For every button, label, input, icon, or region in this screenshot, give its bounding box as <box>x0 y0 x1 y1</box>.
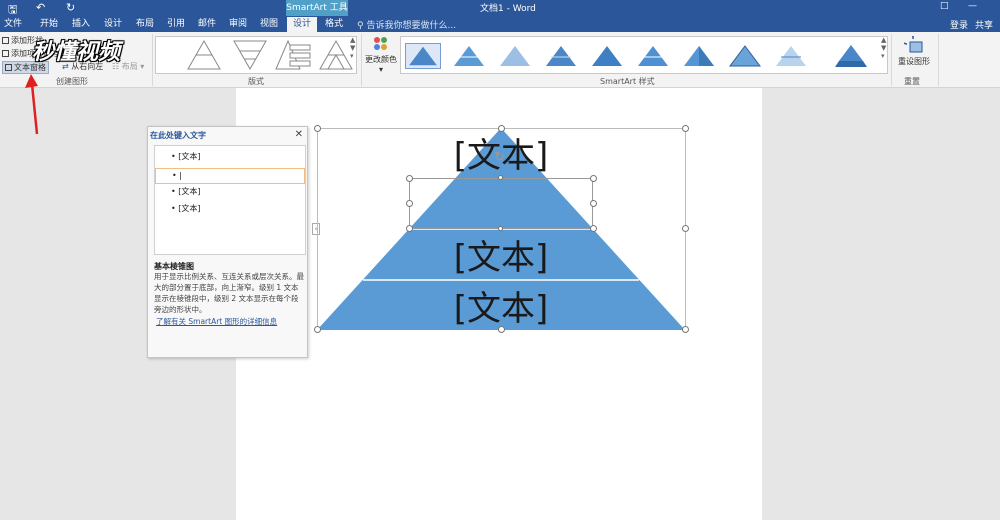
minimize-icon[interactable]: — <box>968 1 977 11</box>
shape-handle[interactable] <box>406 225 413 232</box>
close-icon[interactable]: ✕ <box>295 129 303 140</box>
smartart-styles-group-label: SmartArt 样式 <box>600 77 655 86</box>
add-shape-icon <box>2 37 9 44</box>
resize-handle[interactable] <box>682 225 689 232</box>
login-link[interactable]: 登录 <box>950 18 968 31</box>
resize-handle[interactable] <box>498 125 505 132</box>
resize-handle[interactable] <box>682 326 689 333</box>
tab-smartart-design[interactable]: 设计 <box>287 17 317 32</box>
layout-description: 用于显示比例关系、互连关系或层次关系。最大的部分置于底部，向上渐窄。级别 1 文… <box>154 272 304 314</box>
layouts-group-label: 版式 <box>248 77 264 86</box>
reset-group-label: 重置 <box>904 77 920 86</box>
list-item[interactable]: • [文本] <box>171 203 201 214</box>
tier-text-2[interactable]: [文本] <box>421 230 581 279</box>
layout-thumb-basic-pyramid[interactable] <box>184 39 224 71</box>
list-item[interactable]: • [文本] <box>171 151 201 162</box>
shape-handle[interactable] <box>406 175 413 182</box>
tab-layout[interactable]: 布局 <box>132 17 158 32</box>
tab-mailings[interactable]: 邮件 <box>194 17 220 32</box>
document-title: 文档1 - Word <box>480 4 536 14</box>
layouts-gallery <box>155 36 357 74</box>
style-thumb-7[interactable] <box>681 43 717 69</box>
learn-more-link[interactable]: 了解有关 SmartArt 图形的详细信息 <box>156 316 277 327</box>
smartart-styles-gallery <box>400 36 888 74</box>
tab-insert[interactable]: 插入 <box>68 17 94 32</box>
shape-handle[interactable] <box>406 200 413 207</box>
video-watermark-logo: 秒懂视频 <box>32 40 121 65</box>
change-colors-button[interactable]: 更改颜色 ▾ <box>364 36 398 74</box>
tab-file[interactable]: 文件 <box>2 17 24 32</box>
ribbon-display-icon[interactable]: □ <box>940 1 949 11</box>
resize-handle[interactable] <box>498 326 505 333</box>
text-pane-title: 在此处键入文字 <box>150 131 206 140</box>
text-pane-icon <box>5 64 12 71</box>
shape-handle[interactable] <box>498 175 503 180</box>
styles-scroll[interactable]: ▲ ▼ ▾ <box>881 36 886 60</box>
tab-format[interactable]: 格式 <box>320 17 348 32</box>
rotate-handle-icon[interactable]: ↻ <box>494 150 505 165</box>
title-bar: 🖫 ↶ ↻ SmartArt 工具 文档1 - Word □ — <box>0 0 1000 16</box>
text-pane-list: • [文本] • | • [文本] • [文本] <box>154 145 306 255</box>
layout-thumb-inverted-pyramid[interactable] <box>230 39 270 71</box>
annotation-arrow-icon <box>25 74 39 135</box>
style-thumb-6[interactable] <box>635 43 671 69</box>
reset-graphic-icon <box>900 31 923 53</box>
resize-handle[interactable] <box>314 125 321 132</box>
style-thumb-5[interactable] <box>589 43 625 69</box>
shape-handle[interactable] <box>590 200 597 207</box>
ribbon-separator <box>361 34 362 86</box>
tier-text-3[interactable]: [文本] <box>421 281 581 330</box>
style-thumb-9[interactable] <box>773 43 809 69</box>
reset-graphic-button[interactable]: 重设图形 <box>894 31 934 67</box>
ribbon-tab-bar: 文件 开始 插入 设计 布局 引用 邮件 审阅 视图 设计 格式 ⚲ 告诉我你想… <box>0 16 1000 32</box>
resize-handle[interactable] <box>314 326 321 333</box>
tab-references[interactable]: 引用 <box>163 17 189 32</box>
smartart-text-pane: 在此处键入文字 ✕ • [文本] • | • [文本] • [文本] 基本棱锥图… <box>147 126 308 358</box>
ribbon: 添加形状 添加项目符号 文本窗格 ⇄ 从右向左 ☷ 布局 ▾ 创建图形 ▲ ▼ ▾ … <box>0 31 1000 88</box>
shape-handle[interactable] <box>590 225 597 232</box>
shape-handle[interactable] <box>498 226 503 231</box>
style-thumb-3[interactable] <box>497 43 533 69</box>
redo-icon[interactable]: ↻ <box>66 1 75 14</box>
style-thumb-1[interactable] <box>405 43 441 69</box>
ribbon-separator <box>152 34 153 86</box>
ribbon-separator <box>938 34 939 86</box>
tab-review[interactable]: 审阅 <box>225 17 251 32</box>
share-button[interactable]: 共享 <box>975 18 993 31</box>
list-item-active[interactable]: • | <box>155 168 305 184</box>
layouts-scroll[interactable]: ▲ ▼ ▾ <box>350 36 355 60</box>
add-bullet-icon <box>2 50 9 57</box>
list-item[interactable]: • [文本] <box>171 186 201 197</box>
style-thumb-10[interactable] <box>833 43 869 69</box>
selected-shape-frame[interactable] <box>409 178 593 229</box>
undo-icon[interactable]: ↶ <box>36 1 45 14</box>
tab-home[interactable]: 开始 <box>36 17 62 32</box>
tell-me-search[interactable]: ⚲ 告诉我你想要做什么... <box>357 18 456 31</box>
ribbon-separator <box>891 34 892 86</box>
style-thumb-2[interactable] <box>451 43 487 69</box>
lightbulb-icon: ⚲ <box>357 21 364 31</box>
palette-icon <box>374 37 387 50</box>
tab-view[interactable]: 视图 <box>256 17 282 32</box>
resize-handle[interactable] <box>682 125 689 132</box>
style-thumb-4[interactable] <box>543 43 579 69</box>
tab-design[interactable]: 设计 <box>100 17 126 32</box>
shape-handle[interactable] <box>590 175 597 182</box>
create-graphic-group-label: 创建图形 <box>56 77 88 86</box>
style-thumb-8[interactable] <box>727 43 763 69</box>
smartart-tools-label: SmartArt 工具 <box>286 0 348 16</box>
layout-thumb-pyramid-list[interactable] <box>274 39 314 71</box>
